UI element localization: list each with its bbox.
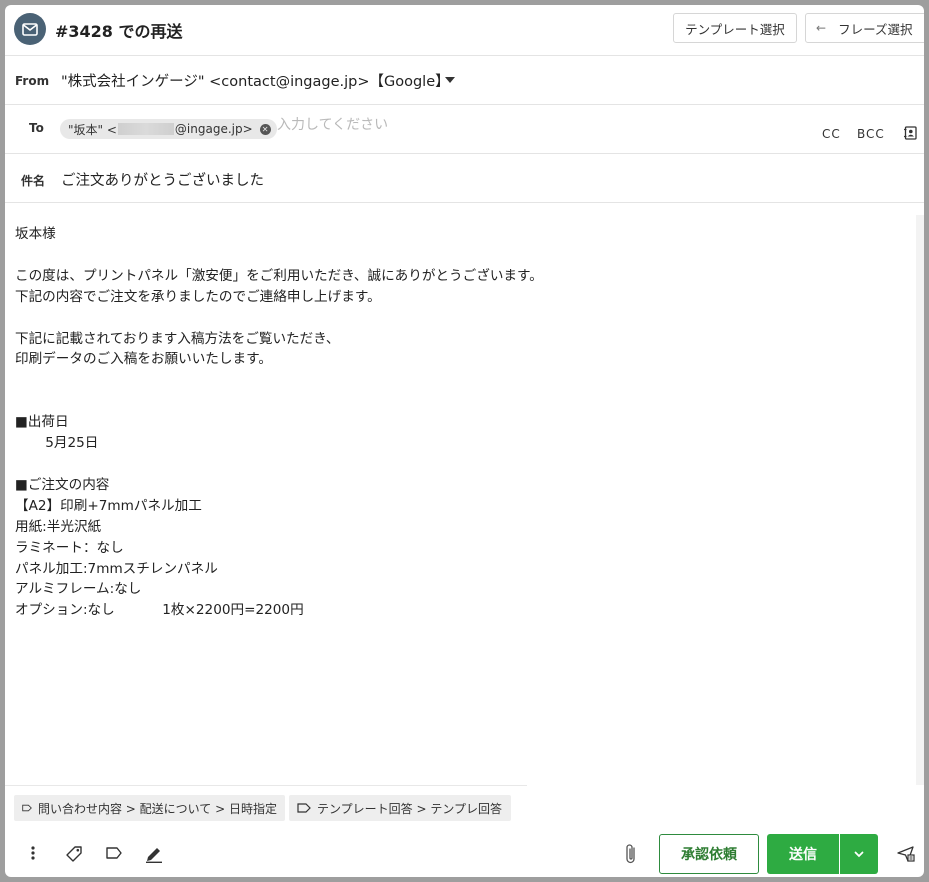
label-icon[interactable]	[105, 845, 123, 865]
tag-icon[interactable]	[65, 845, 83, 867]
arrow-left-icon: ←	[816, 21, 827, 35]
close-circle-icon[interactable]: ✕	[259, 123, 271, 135]
label-icon	[22, 804, 32, 812]
recipient-suffix: @ingage.jp>	[174, 122, 253, 136]
address-book-icon[interactable]	[903, 125, 917, 144]
from-row: From "株式会社インゲージ" <contact@ingage.jp>【Goo…	[5, 56, 924, 105]
message-body[interactable]: 坂本様 この度は、プリントパネル「激安便」をご利用いただき、誠にありがとうござい…	[15, 224, 895, 621]
chevron-down-icon	[854, 851, 864, 857]
tag-label: 問い合わせ内容 > 配送について > 日時指定	[37, 801, 277, 816]
compose-window: #3428 での再送 テンプレート選択 ← フレーズ選択 From "株式会社イ…	[5, 5, 924, 877]
body-scrollbar[interactable]	[916, 215, 924, 785]
send-button[interactable]: 送信	[767, 834, 839, 874]
more-vertical-icon[interactable]	[29, 845, 37, 865]
phrase-select-button[interactable]: ← フレーズ選択	[805, 13, 924, 43]
recipient-prefix: "坂本" <	[68, 122, 117, 137]
subject-label: 件名	[21, 174, 46, 188]
phrase-select-label: フレーズ選択	[838, 21, 913, 37]
to-label: To	[29, 121, 44, 135]
from-select[interactable]: "株式会社インゲージ" <contact@ingage.jp>【Google】	[61, 70, 450, 91]
to-row: To "坂本" < @ingage.jp> ✕ CC BCC	[5, 105, 924, 154]
template-select-button[interactable]: テンプレート選択	[673, 13, 797, 43]
subject-row: 件名 ご注文ありがとうございました	[5, 154, 924, 203]
send-options-button[interactable]	[840, 834, 878, 874]
subject-input[interactable]: ご注文ありがとうございました	[61, 169, 264, 190]
chevron-down-icon[interactable]	[445, 77, 455, 83]
tag-label: テンプレート回答 > テンプレ回答	[317, 801, 502, 816]
tag-chip[interactable]: 問い合わせ内容 > 配送について > 日時指定	[14, 795, 285, 821]
label-icon	[297, 803, 311, 813]
compose-header: #3428 での再送 テンプレート選択 ← フレーズ選択	[5, 5, 924, 56]
approval-request-button[interactable]: 承認依頼	[659, 834, 759, 874]
from-label: From	[15, 74, 50, 88]
page-title: #3428 での再送	[55, 22, 183, 41]
tag-chip[interactable]: テンプレート回答 > テンプレ回答	[289, 795, 511, 821]
bcc-button[interactable]: BCC	[857, 127, 885, 141]
paperclip-icon[interactable]	[624, 843, 638, 869]
recipient-chip[interactable]: "坂本" < @ingage.jp> ✕	[60, 119, 277, 139]
redacted-address	[117, 123, 174, 135]
mail-icon	[14, 13, 46, 45]
cc-button[interactable]: CC	[822, 127, 841, 141]
pen-icon[interactable]	[144, 845, 164, 867]
to-input[interactable]	[277, 117, 577, 133]
send-later-icon[interactable]	[896, 845, 916, 867]
tag-area-divider	[5, 785, 527, 786]
